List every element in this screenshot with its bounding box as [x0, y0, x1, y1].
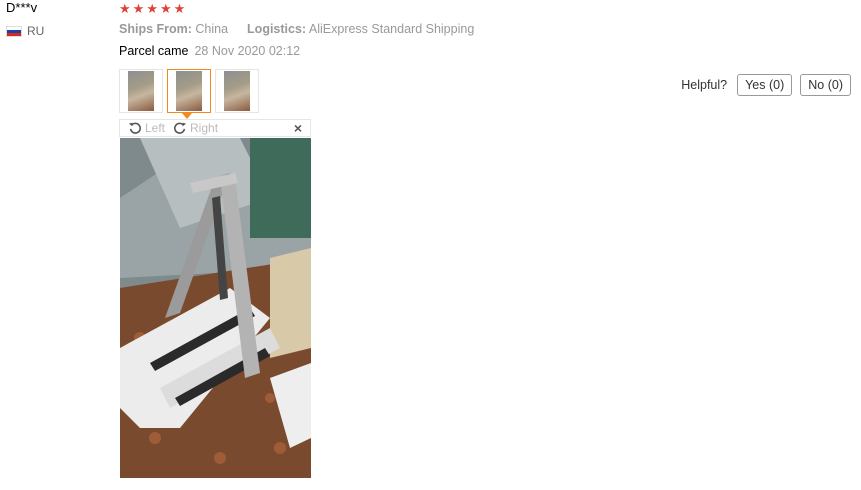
image-viewer-toolbar: Left Right ×: [119, 119, 311, 137]
star-icon: ★: [132, 1, 145, 16]
thumbnail-image: [128, 71, 154, 111]
logistics-label: Logistics:: [247, 22, 307, 36]
star-icon: ★: [159, 1, 172, 16]
star-icon: ★: [146, 1, 158, 16]
helpful-label: Helpful?: [681, 78, 728, 92]
thumbnail-image: [224, 71, 250, 111]
helpful-yes-button[interactable]: Yes (0): [737, 74, 793, 96]
helpful-no-button[interactable]: No (0): [800, 74, 851, 96]
parcel-label: Parcel came: [119, 44, 189, 58]
review-thumbnail[interactable]: [119, 69, 163, 113]
ships-from-label: Ships From:: [119, 22, 192, 36]
review-photo-image: [120, 138, 311, 478]
parcel-info: Parcel came 28 Nov 2020 02:12: [119, 44, 300, 58]
reviewer-country: RU: [6, 24, 44, 38]
review-photo-enlarged: [120, 138, 311, 478]
country-code: RU: [27, 24, 45, 38]
thumbnail-image: [176, 71, 202, 111]
star-rating: ★ ★ ★ ★ ★: [119, 2, 185, 16]
helpful-vote: Helpful? Yes (0) No (0): [681, 74, 851, 96]
ships-from-value: China: [195, 22, 229, 36]
russia-flag-icon: [6, 25, 22, 37]
rotate-right-button[interactable]: Right: [173, 121, 218, 135]
review-thumbnail-active[interactable]: [167, 69, 211, 113]
rotate-left-icon: [128, 122, 141, 134]
review-thumbnail[interactable]: [215, 69, 259, 113]
star-icon: ★: [119, 1, 131, 16]
review-thumbnails: [119, 69, 259, 113]
shipping-info: Ships From: China Logistics: AliExpress …: [119, 22, 474, 36]
rotate-right-label: Right: [190, 121, 219, 135]
star-icon: ★: [173, 1, 186, 16]
close-viewer-button[interactable]: ×: [294, 120, 302, 136]
rotate-left-button[interactable]: Left: [128, 121, 165, 135]
parcel-date: 28 Nov 2020 02:12: [194, 44, 301, 58]
rotate-right-icon: [174, 122, 187, 134]
rotate-left-label: Left: [145, 121, 166, 135]
reviewer-name: D***v: [6, 0, 38, 15]
logistics-value: AliExpress Standard Shipping: [308, 22, 475, 36]
